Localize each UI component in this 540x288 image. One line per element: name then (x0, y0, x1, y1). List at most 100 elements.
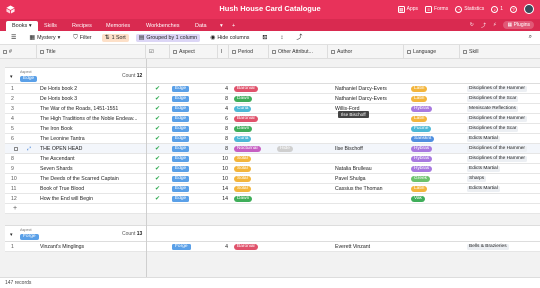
cell-period[interactable]: Solar (231, 164, 273, 174)
cell-number[interactable]: 8 (219, 94, 230, 104)
cell-other[interactable] (274, 242, 332, 252)
chevron-down-icon[interactable]: ▾ (10, 74, 13, 80)
cell-number[interactable]: 10 (219, 164, 230, 174)
cell-author[interactable] (332, 124, 408, 134)
cell-period[interactable]: Nocturnal (231, 144, 273, 154)
tab-workbenches[interactable]: Workbenches (140, 21, 186, 31)
cell-number[interactable]: 8 (219, 134, 230, 144)
table-row[interactable]: 3 The War of the Roads, 1451-1551 ✔ Edge 4 Cu… (5, 104, 540, 114)
cell-checkbox[interactable]: ✔ (152, 84, 164, 94)
cell-skill[interactable]: Meniscate Reflections (464, 104, 540, 114)
frozen-column-divider[interactable] (146, 59, 147, 277)
view-switcher[interactable]: ▦ Mystery ▾ (26, 34, 63, 42)
cell-other[interactable] (274, 194, 332, 204)
cell-author[interactable]: Cassius the Thoman (332, 184, 408, 194)
cell-skill[interactable]: Sharps (464, 174, 540, 184)
column-header-skill[interactable]: Skill (460, 45, 540, 59)
cell-checkbox[interactable]: ✔ (152, 134, 164, 144)
cell-skill[interactable]: Edicts Martial (464, 164, 540, 174)
row-checkbox[interactable] (14, 147, 18, 151)
cell-checkbox[interactable]: ✔ (152, 194, 164, 204)
history-icon[interactable]: ↻ (470, 22, 474, 28)
cell-language[interactable]: Hybras (408, 154, 464, 164)
cell-skill[interactable] (464, 194, 540, 204)
cell-period[interactable]: Dawn (231, 124, 273, 134)
cell-language[interactable]: Latin (408, 184, 464, 194)
cell-title[interactable]: Seven Shards (37, 164, 149, 174)
cell-period[interactable]: Curia (231, 104, 273, 114)
cell-period[interactable]: Baronial (231, 114, 273, 124)
cell-author[interactable]: Nathaniel Darcy-Evers (332, 94, 408, 104)
cell-language[interactable]: Sanskrit (408, 134, 464, 144)
cell-aspect[interactable]: Edge (169, 154, 219, 164)
table-row[interactable]: 1 De Horis book 2 ✔ Edge 4 Baronial Nathaniel … (5, 84, 540, 94)
avatar[interactable] (524, 4, 534, 14)
cell-author[interactable]: Everett Vinzant (332, 242, 408, 252)
cell-number[interactable]: 14 (219, 184, 230, 194)
cell-other[interactable]: Hide (274, 144, 332, 154)
select-all-header[interactable]: # (0, 45, 37, 59)
cell-number[interactable]: 4 (219, 84, 230, 94)
cell-title[interactable]: THE OPEN HEAD (37, 144, 149, 154)
cell-title[interactable]: De Horis book 2 (37, 84, 149, 94)
cell-aspect[interactable]: Edge (169, 144, 219, 154)
cell-other[interactable] (274, 164, 332, 174)
table-row[interactable]: 8 The Ascendant ✔ Edge 10 Solar Hybras Discipli… (5, 154, 540, 164)
cell-title[interactable]: The Iron Book (37, 124, 149, 134)
cell-language[interactable] (408, 242, 464, 252)
cell-author[interactable] (332, 154, 408, 164)
cell-period[interactable]: Dawn (231, 194, 273, 204)
cell-aspect[interactable]: Edge (169, 94, 219, 104)
cell-other[interactable] (274, 94, 332, 104)
column-header-title[interactable]: Title (37, 45, 146, 59)
cell-aspect[interactable]: Edge (169, 124, 219, 134)
cell-period[interactable]: Solar (231, 154, 273, 164)
hide-columns-button[interactable]: ◉ Hide columns (207, 34, 252, 42)
add-record-row[interactable]: + (5, 204, 540, 214)
column-header-other[interactable]: Other Attribut... (269, 45, 328, 59)
cell-aspect[interactable]: Edge (169, 174, 219, 184)
cell-language[interactable]: Latin (408, 84, 464, 94)
cell-author[interactable]: Nathaniel Darcy-Evers (332, 84, 408, 94)
cell-skill[interactable]: Disciplines of the Scar (464, 124, 540, 134)
cell-period[interactable]: Baronial (231, 242, 273, 252)
cell-title[interactable]: The High Traditions of the Noble Endeav.… (37, 114, 149, 124)
add-table-icon[interactable]: + (226, 21, 241, 31)
cell-aspect[interactable]: Edge (169, 84, 219, 94)
cell-checkbox[interactable]: ✔ (152, 144, 164, 154)
cell-number[interactable]: 10 (219, 154, 230, 164)
help-icon[interactable]: ? (510, 5, 517, 13)
cell-skill[interactable]: Disciplines of the Scar (464, 94, 540, 104)
sort-button[interactable]: ⇅ 1 Sort (101, 33, 129, 42)
cell-title[interactable]: De Horis book 3 (37, 94, 149, 104)
notifications-button[interactable]: ♪ 1 (491, 5, 503, 13)
cell-checkbox[interactable] (152, 242, 164, 252)
column-header-checkbox[interactable]: ☑ (146, 45, 170, 59)
group-header[interactable]: ▾ Aspect Edge Count 12 (5, 67, 540, 84)
tab-memories[interactable]: Memories (100, 21, 136, 31)
cell-aspect[interactable]: Edge (169, 104, 219, 114)
cell-number[interactable]: 4 (219, 242, 230, 252)
add-record-icon[interactable]: + (13, 204, 17, 214)
filter-button[interactable]: ⛉ Filter (70, 34, 94, 42)
cell-number[interactable]: 8 (219, 144, 230, 154)
cell-skill[interactable]: Edicts Martial (464, 134, 540, 144)
table-row[interactable]: 5 The Iron Book ✔ Edge 8 Dawn Fucine Discipline… (5, 124, 540, 134)
cell-other[interactable] (274, 184, 332, 194)
tab-skills[interactable]: Skills (38, 21, 63, 31)
views-toggle-button[interactable]: ☰ (8, 34, 19, 42)
cell-language[interactable]: Hybras (408, 104, 464, 114)
cell-author[interactable]: Ilse Bischoff (332, 144, 408, 154)
color-button[interactable]: ⛾ (259, 34, 270, 42)
cell-other[interactable] (274, 114, 332, 124)
table-row[interactable]: 10 The Deeds of the Scarred Captain ✔ Edge 1… (5, 174, 540, 184)
column-header-aspect[interactable]: Aspect (170, 45, 218, 59)
cell-checkbox[interactable]: ✔ (152, 94, 164, 104)
cell-title[interactable]: The Ascendant (37, 154, 149, 164)
cell-author[interactable]: Pavel Shulga (332, 174, 408, 184)
automations-icon[interactable]: ⚡ (493, 22, 497, 28)
cell-skill[interactable]: Disciplines of the Hammer (464, 114, 540, 124)
cell-period[interactable]: Dawn (231, 94, 273, 104)
cell-number[interactable]: 8 (219, 124, 230, 134)
table-row[interactable]: 11 Book of True Blood ✔ Edge 14 Solar Cassius … (5, 184, 540, 194)
